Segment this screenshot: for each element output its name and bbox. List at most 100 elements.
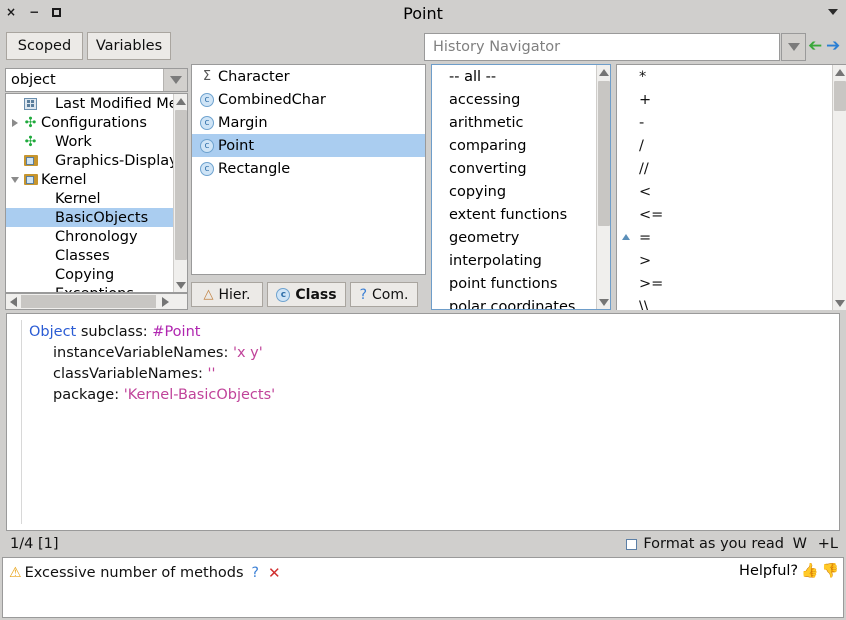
question-icon[interactable]: ?	[252, 565, 259, 581]
thumbs-up-icon[interactable]: 👍	[801, 563, 818, 579]
protocol-list-item[interactable]: polar coordinates	[432, 295, 595, 310]
protocol-list-panel[interactable]: -- all -- accessing arithmetic comparing con…	[431, 64, 611, 310]
tree-item[interactable]: Exceptions	[6, 284, 174, 293]
scrollbar-thumb[interactable]	[175, 110, 187, 260]
hierarchy-icon: △	[203, 287, 214, 302]
history-dropdown-button[interactable]	[781, 33, 806, 61]
protocol-list-item[interactable]: interpolating	[432, 249, 595, 272]
method-list-item[interactable]: <	[617, 180, 832, 203]
package-filter-value: object	[11, 72, 56, 88]
tab-class[interactable]: c Class	[267, 282, 346, 307]
protocol-list-item[interactable]: arithmetic	[432, 111, 595, 134]
package-icon: ✣	[24, 133, 37, 150]
chevron-down-icon	[787, 43, 800, 51]
method-list-item[interactable]: /	[617, 134, 832, 157]
helpful-feedback: Helpful? 👍 👎	[739, 563, 839, 579]
tree-item[interactable]: Kernel	[6, 189, 174, 208]
code-line: package: 'Kernel-BasicObjects'	[29, 385, 839, 406]
class-list-item[interactable]: Σ Character	[192, 65, 425, 88]
close-icon[interactable]: ✕	[268, 564, 281, 582]
code-token: subclass:	[76, 324, 153, 340]
tree-item-label: Configurations	[41, 114, 147, 131]
hscrollbar-thumb[interactable]	[21, 295, 156, 308]
method-list-item[interactable]: //	[617, 157, 832, 180]
tree-vertical-scrollbar[interactable]	[173, 94, 187, 292]
line-numbers-toggle[interactable]: +L	[818, 536, 838, 552]
protocol-vertical-scrollbar[interactable]	[596, 65, 610, 309]
tree-horizontal-scrollbar[interactable]	[5, 293, 188, 310]
protocol-list-item[interactable]: comparing	[432, 134, 595, 157]
code-editor[interactable]: Object subclass: #Point instanceVariableN…	[6, 313, 840, 531]
tree-item[interactable]: ✣ Configurations	[6, 113, 174, 132]
scrollbar-thumb[interactable]	[834, 81, 846, 111]
method-list-item[interactable]: >	[617, 249, 832, 272]
tree-item-label: Graphics-Display	[55, 152, 178, 169]
scroll-left-icon[interactable]	[6, 294, 20, 309]
scroll-up-icon[interactable]	[174, 94, 187, 108]
wrap-toggle[interactable]: W	[793, 536, 807, 552]
protocol-list-item[interactable]: geometry	[432, 226, 595, 249]
navigate-back-icon[interactable]: ➔	[808, 36, 822, 56]
scroll-down-icon[interactable]	[597, 295, 610, 309]
class-icon: c	[276, 287, 291, 302]
tree-item[interactable]: Copying	[6, 265, 174, 284]
format-as-you-read-checkbox[interactable]: Format as you read	[626, 536, 784, 552]
navigate-forward-icon[interactable]: ➔	[826, 38, 840, 55]
override-up-icon	[622, 234, 630, 240]
tab-scoped[interactable]: Scoped	[6, 32, 83, 60]
page-title: Point	[403, 4, 443, 23]
method-list-item-label: <=	[639, 206, 664, 223]
tree-item[interactable]: Last Modified Me	[6, 94, 178, 113]
tab-variables[interactable]: Variables	[87, 32, 171, 60]
tab-variables-label: Variables	[95, 38, 163, 54]
method-list-item[interactable]: *	[617, 65, 832, 88]
method-list-item[interactable]: -	[617, 111, 832, 134]
package-filter-dropdown[interactable]	[163, 69, 187, 91]
tree-item-label: Chronology	[55, 228, 138, 245]
notification-message: Excessive number of methods	[24, 565, 244, 581]
tree-item[interactable]: Classes	[6, 246, 174, 265]
class-list-item[interactable]: c Rectangle	[192, 157, 425, 180]
chevron-down-icon[interactable]	[8, 176, 22, 183]
method-list-item[interactable]: <=	[617, 203, 832, 226]
scroll-up-icon[interactable]	[597, 65, 610, 79]
method-list-item-label: *	[639, 68, 647, 85]
method-list-item[interactable]: =	[617, 226, 832, 249]
history-navigator-input[interactable]: History Navigator	[424, 33, 780, 61]
protocol-list-item[interactable]: converting	[432, 157, 595, 180]
scroll-up-icon[interactable]	[833, 65, 846, 79]
method-vertical-scrollbar[interactable]	[832, 65, 846, 310]
window-menu-icon[interactable]	[828, 9, 838, 15]
protocol-list-item[interactable]: copying	[432, 180, 595, 203]
protocol-list-item[interactable]: -- all --	[432, 65, 595, 88]
method-list-item[interactable]: >=	[617, 272, 832, 295]
scroll-down-icon[interactable]	[174, 278, 187, 292]
tab-hierarchy[interactable]: △ Hier.	[191, 282, 263, 307]
chevron-right-icon[interactable]	[8, 118, 22, 127]
class-list-panel[interactable]: Σ Character c CombinedChar c Margin c Point c Rec…	[191, 64, 426, 275]
scroll-right-icon[interactable]	[158, 294, 172, 309]
protocol-list-item[interactable]: accessing	[432, 88, 595, 111]
class-list-item[interactable]: c Margin	[192, 111, 425, 134]
checkbox-icon[interactable]	[626, 538, 638, 550]
package-tree-panel[interactable]: Last Modified Me ✣ Configurations ✣ Work Grap…	[5, 93, 188, 293]
method-list-panel[interactable]: * + - ///< <= = > >= \\	[616, 64, 846, 310]
class-list-item[interactable]: c CombinedChar	[192, 88, 425, 111]
thumbs-down-icon[interactable]: 👎	[822, 563, 839, 579]
scroll-down-icon[interactable]	[833, 296, 846, 310]
protocol-list-item[interactable]: extent functions	[432, 203, 595, 226]
method-list-item[interactable]: \\	[617, 295, 832, 311]
tab-comment[interactable]: ? Com.	[350, 282, 418, 307]
package-filter-combo[interactable]: object	[5, 68, 188, 92]
tree-item[interactable]: Graphics-Display	[6, 151, 178, 170]
class-list-item[interactable]: c Point	[192, 134, 425, 157]
scrollbar-thumb[interactable]	[598, 81, 610, 226]
tree-item[interactable]: Chronology	[6, 227, 174, 246]
method-list-item[interactable]: +	[617, 88, 832, 111]
protocol-list-item[interactable]: point functions	[432, 272, 595, 295]
tree-item[interactable]: BasicObjects	[6, 208, 174, 227]
code-token: package:	[53, 387, 124, 403]
tree-item[interactable]: ✣ Work	[6, 132, 174, 151]
tree-item[interactable]: Kernel	[6, 170, 174, 189]
tab-class-label: Class	[295, 286, 337, 303]
